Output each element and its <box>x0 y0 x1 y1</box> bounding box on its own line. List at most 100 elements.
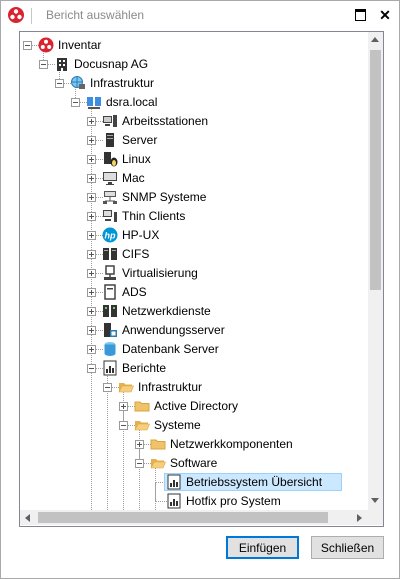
tree-node[interactable]: dsra.local <box>20 93 368 111</box>
ads-icon <box>104 284 116 300</box>
expand-icon[interactable] <box>87 326 96 335</box>
expand-icon[interactable] <box>87 231 96 240</box>
scroll-up-icon[interactable] <box>371 37 379 42</box>
expand-icon[interactable] <box>87 307 96 316</box>
tree-node-label: Netzwerkkomponenten <box>170 437 293 451</box>
tree-node-label: Mac <box>122 171 145 185</box>
tree-node-label: Virtualisierung <box>122 266 198 280</box>
collapse-icon[interactable] <box>135 459 144 468</box>
svg-text:hp: hp <box>105 231 116 241</box>
expand-icon[interactable] <box>87 155 96 164</box>
vertical-scroll-thumb[interactable] <box>370 50 381 290</box>
report-icon <box>167 474 181 490</box>
insert-button-label: Einfügen <box>238 541 287 555</box>
tree-node[interactable]: hp HP-UX <box>20 226 368 244</box>
tree-node-label: Arbeitsstationen <box>122 114 209 128</box>
insert-button[interactable]: Einfügen <box>226 536 299 559</box>
virtualization-icon <box>104 265 116 280</box>
horizontal-scrollbar[interactable] <box>20 510 368 525</box>
linux-icon <box>104 152 118 167</box>
tree-node[interactable]: Active Directory <box>20 397 368 415</box>
application-server-icon <box>104 323 117 337</box>
tree-node[interactable]: Berichte <box>20 359 368 377</box>
collapse-icon[interactable] <box>23 41 32 50</box>
expand-icon[interactable] <box>87 212 96 221</box>
title-separator <box>31 8 32 24</box>
expand-icon[interactable] <box>87 345 96 354</box>
tree-node[interactable]: Datenbank Server <box>20 340 368 358</box>
tree-node-label: Software <box>170 456 218 470</box>
close-button-label: Schließen <box>320 541 375 555</box>
collapse-icon[interactable] <box>71 98 80 107</box>
tree-node[interactable]: Software <box>20 454 368 472</box>
maximize-button[interactable] <box>352 7 368 23</box>
tree-node[interactable]: CIFS <box>20 245 368 263</box>
tree-node[interactable]: ADS <box>20 283 368 301</box>
expand-icon[interactable] <box>119 402 128 411</box>
tree-node[interactable]: Mac <box>20 169 368 187</box>
scroll-down-icon[interactable] <box>371 498 379 503</box>
workstation-icon <box>103 115 117 127</box>
tree-node[interactable]: Netzwerkkomponenten <box>20 435 368 453</box>
tree-node[interactable]: Server <box>20 131 368 149</box>
expand-icon[interactable] <box>87 193 96 202</box>
snmp-icon <box>103 191 117 204</box>
tree-node-label: ADS <box>122 285 147 299</box>
expand-icon[interactable] <box>87 117 96 126</box>
expand-icon[interactable] <box>87 136 96 145</box>
tree-node[interactable]: Netzwerkdienste <box>20 302 368 320</box>
tree-node[interactable]: Anwendungsserver <box>20 321 368 339</box>
cifs-icon <box>103 248 117 260</box>
tree-node[interactable]: Linux <box>20 150 368 168</box>
report-tree[interactable]: Inventar Docusnap AG Infrastruktur dsra.loc… <box>19 31 384 527</box>
tree-node[interactable]: SNMP Systeme <box>20 188 368 206</box>
horizontal-scroll-thumb[interactable] <box>38 512 328 523</box>
tree-node-label: Infrastruktur <box>90 76 155 90</box>
tree-node-label: Betriebssystem Übersicht <box>186 475 323 489</box>
title-bar[interactable]: Bericht auswählen ✕ <box>1 1 399 31</box>
expand-icon[interactable] <box>87 288 96 297</box>
close-window-button[interactable]: ✕ <box>377 7 393 23</box>
tree-node[interactable]: Thin Clients <box>20 207 368 225</box>
expand-icon[interactable] <box>87 250 96 259</box>
window-title: Bericht auswählen <box>46 8 145 22</box>
tree-node[interactable]: Arbeitsstationen <box>20 112 368 130</box>
scroll-left-icon[interactable] <box>25 514 30 522</box>
tree-node-label: SNMP Systeme <box>122 190 207 204</box>
tree-node[interactable]: Inventar <box>20 36 368 54</box>
tree-node-label: Server <box>122 133 158 147</box>
tree-node-label: Infrastruktur <box>138 380 203 394</box>
folder-icon <box>134 401 150 412</box>
vertical-scrollbar[interactable] <box>368 32 383 510</box>
tree-node[interactable]: Virtualisierung <box>20 264 368 282</box>
folder-open-icon <box>118 383 134 393</box>
tree-node-label: Datenbank Server <box>122 342 219 356</box>
close-button[interactable]: Schließen <box>311 536 384 559</box>
collapse-icon[interactable] <box>119 421 128 430</box>
tree-node[interactable]: Infrastruktur <box>20 74 368 92</box>
collapse-icon[interactable] <box>39 60 48 69</box>
collapse-icon[interactable] <box>55 79 64 88</box>
tree-node-label: Systeme <box>154 418 201 432</box>
expand-icon[interactable] <box>87 174 96 183</box>
tree-node-label: Active Directory <box>154 399 239 413</box>
tree-node-label: Docusnap AG <box>74 57 149 71</box>
tree-node-label: Netzwerkdienste <box>122 304 211 318</box>
tree-node[interactable]: Systeme <box>20 416 368 434</box>
mac-icon <box>103 172 117 185</box>
tree-node[interactable]: Betriebssystem Übersicht <box>20 473 368 491</box>
scroll-right-icon[interactable] <box>357 514 362 522</box>
expand-icon[interactable] <box>135 440 144 449</box>
tree-node-label: CIFS <box>122 247 150 261</box>
tree-node-label: HP-UX <box>122 228 160 242</box>
collapse-icon[interactable] <box>103 383 112 392</box>
tree-node[interactable]: Hotfix pro System <box>20 492 368 510</box>
collapse-icon[interactable] <box>87 364 96 373</box>
database-icon <box>104 342 116 356</box>
expand-icon[interactable] <box>87 269 96 278</box>
tree-node[interactable]: Infrastruktur <box>20 378 368 396</box>
folder-icon <box>150 439 166 450</box>
tree-node-label: Linux <box>122 152 151 166</box>
tree-node[interactable]: Docusnap AG <box>20 55 368 73</box>
network-services-icon <box>103 305 117 317</box>
